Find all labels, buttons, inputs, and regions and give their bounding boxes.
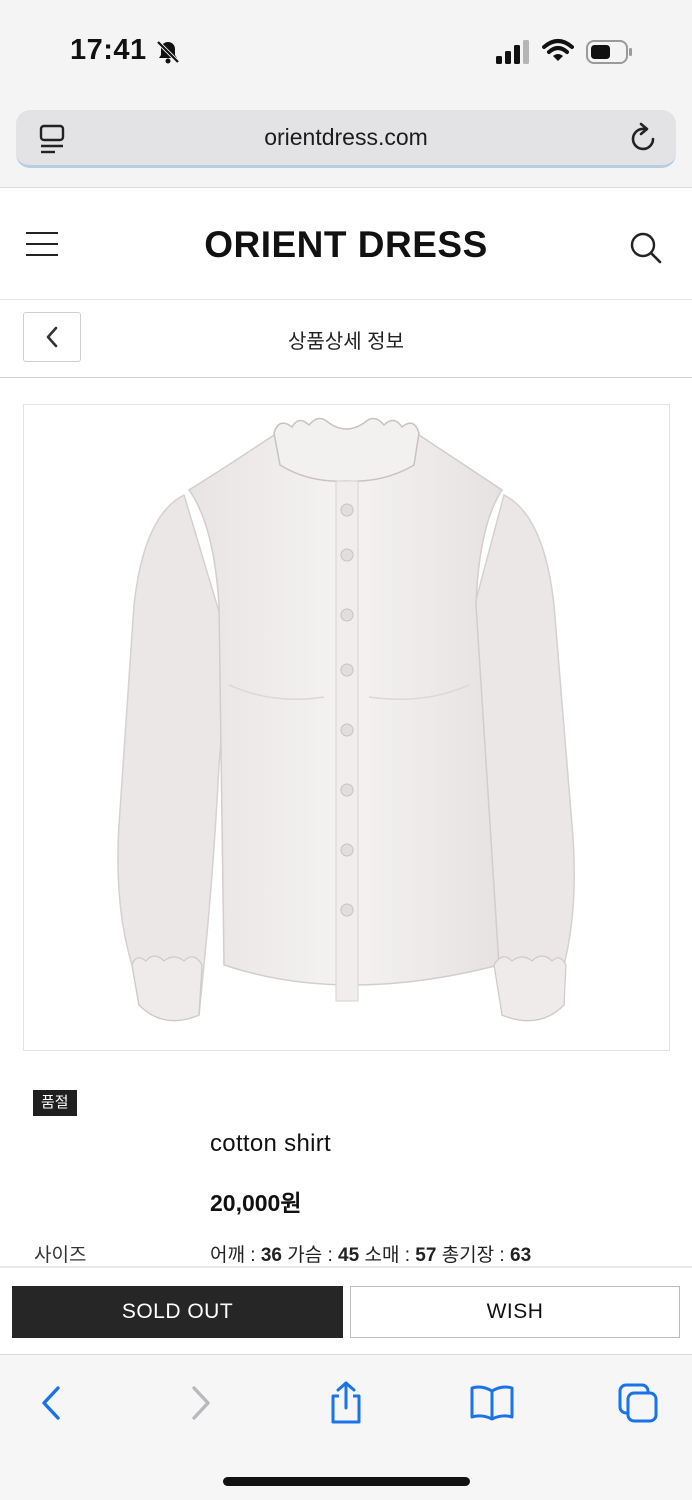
sub-header: 상품상세 정보 — [0, 300, 692, 378]
tabs-icon — [618, 1383, 658, 1423]
share-icon — [331, 1381, 361, 1424]
url-bar[interactable]: orientdress.com — [16, 110, 676, 168]
status-time: 17:41 — [70, 34, 147, 66]
cellular-signal-icon — [496, 40, 529, 64]
share-button[interactable] — [322, 1379, 370, 1427]
home-indicator[interactable] — [223, 1477, 470, 1486]
product-price: 20,000원 — [210, 1190, 302, 1216]
size-spec-label: 소매 — [364, 1245, 400, 1266]
browser-forward-button[interactable] — [177, 1379, 225, 1427]
wish-button[interactable]: WISH — [350, 1286, 680, 1338]
book-icon — [470, 1385, 514, 1421]
browser-top-bar: orientdress.com — [0, 104, 692, 188]
browser-back-button[interactable] — [27, 1379, 75, 1427]
soldout-button[interactable]: SOLD OUT — [12, 1286, 343, 1338]
reload-icon[interactable] — [628, 122, 660, 156]
search-icon[interactable] — [628, 230, 664, 266]
size-spec-value: 63 — [510, 1245, 532, 1266]
size-spec-label: 가슴 — [287, 1245, 323, 1266]
size-spec-label: 어깨 — [210, 1245, 245, 1266]
size-spec-value: 36 — [260, 1245, 282, 1266]
wifi-icon — [542, 39, 574, 61]
product-image[interactable] — [23, 404, 670, 1051]
chevron-left-icon — [42, 1386, 60, 1420]
tabs-button[interactable] — [614, 1379, 662, 1427]
action-bar: SOLD OUT WISH — [0, 1266, 692, 1354]
battery-icon — [586, 40, 632, 64]
page-title: 상품상세 정보 — [288, 331, 404, 353]
url-text[interactable]: orientdress.com — [16, 124, 676, 151]
size-specs: 어깨 : 36 가슴 : 45 소매 : 57 총기장 : 63 — [210, 1245, 532, 1266]
size-label: 사이즈 — [34, 1245, 87, 1266]
bookmarks-button[interactable] — [468, 1379, 516, 1427]
shirt-illustration — [117, 417, 575, 1022]
chevron-right-icon — [192, 1386, 210, 1420]
size-spec-value: 57 — [415, 1245, 437, 1266]
soldout-badge: 품절 — [33, 1090, 77, 1116]
size-spec-value: 45 — [338, 1245, 360, 1266]
size-spec-label: 총기장 — [441, 1245, 495, 1266]
bell-muted-icon — [156, 40, 180, 64]
product-name: cotton shirt — [210, 1130, 331, 1157]
site-header: ORIENT DRESS — [0, 188, 692, 300]
browser-bottom-toolbar — [0, 1354, 692, 1500]
site-logo[interactable]: ORIENT DRESS — [0, 224, 692, 266]
status-bar: 17:41 — [0, 0, 692, 104]
